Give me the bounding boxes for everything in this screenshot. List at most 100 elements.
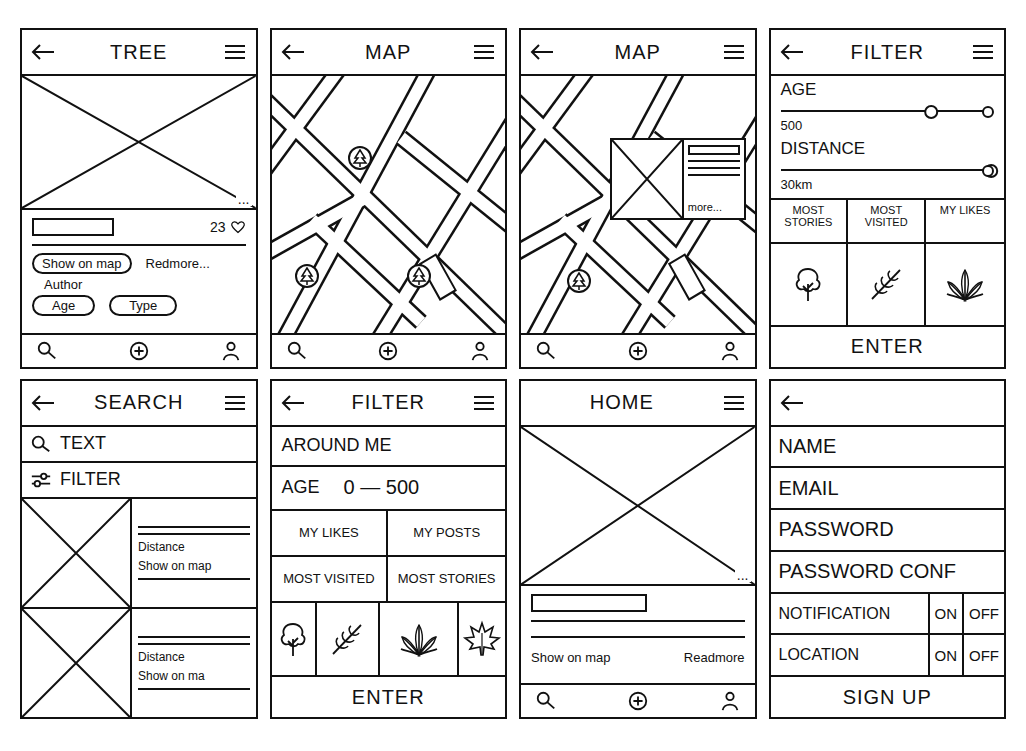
toggle-label: NOTIFICATION [779,594,928,634]
map-view[interactable] [272,76,506,333]
filter-option[interactable]: MY LIKES [272,511,389,557]
result-details: Distance Show on map [132,499,256,607]
search-icon[interactable] [535,340,557,362]
hamburger-menu-icon[interactable] [471,393,497,413]
show-on-map-button[interactable]: Show on map [32,253,132,274]
tree-type-option[interactable] [272,603,318,676]
branch-icon[interactable] [327,619,367,659]
more-button[interactable]: ... [735,568,751,582]
result-show-on-map[interactable]: Show on ma [138,669,250,683]
search-icon[interactable] [535,690,557,712]
tree-popup[interactable]: more... [610,138,746,220]
tag-list: Age Type [22,292,256,319]
read-more-link[interactable]: Redmore... [146,256,210,271]
photo-placeholder [22,76,256,208]
profile-icon[interactable] [719,690,741,712]
slider-knob[interactable] [924,105,938,119]
street-map[interactable] [272,76,506,333]
tree-pin-icon[interactable] [347,145,373,171]
filter-button[interactable]: FILTER [22,463,256,499]
more-link[interactable]: more... [688,201,740,213]
map-view[interactable]: more... [521,76,755,333]
palm-icon[interactable] [399,619,439,659]
hamburger-menu-icon[interactable] [970,42,996,62]
add-icon[interactable] [627,340,649,362]
home-screen: HOME ... Show on map Readmore [519,379,757,720]
heart-icon[interactable] [230,220,246,234]
slider-track[interactable] [781,163,995,177]
read-more-link[interactable]: Readmore [684,650,745,665]
slider-track[interactable] [781,104,995,118]
toggle-off[interactable]: OFF [962,635,1004,675]
more-button[interactable]: ... [236,192,252,206]
tag-pill[interactable]: Type [109,295,177,316]
filter-option[interactable]: MY POSTS [388,511,505,557]
form-field[interactable]: PASSWORD CONF [771,552,1005,594]
filter-tab[interactable]: MY LIKES [926,200,1004,242]
search-result[interactable]: Distance Show on ma [22,609,256,717]
sign-up-button[interactable]: SIGN UP [771,677,1005,717]
search-icon[interactable] [286,340,308,362]
filter-option[interactable]: MOST VISITED [272,557,389,603]
form-field[interactable]: PASSWORD [771,510,1005,552]
search-icon[interactable] [36,340,58,362]
back-arrow-icon[interactable] [280,42,306,62]
show-on-map-link[interactable]: Show on map [531,650,611,665]
toggle-off[interactable]: OFF [962,594,1004,634]
title-placeholder [32,218,114,236]
title-row [521,586,755,618]
search-result[interactable]: Distance Show on map [22,499,256,609]
tree-icon[interactable] [273,619,313,659]
tree-type-option[interactable] [771,244,849,325]
age-range-value: 0 — 500 [344,476,420,499]
enter-button[interactable]: ENTER [771,327,1005,367]
tree-pin-icon[interactable] [406,263,432,289]
add-icon[interactable] [128,340,150,362]
hamburger-menu-icon[interactable] [471,42,497,62]
profile-icon[interactable] [469,340,491,362]
profile-icon[interactable] [719,340,741,362]
age-range[interactable]: AGE 0 — 500 [272,467,506,511]
tree-type-option[interactable] [926,244,1004,325]
filter-tab[interactable]: MOST STORIES [771,200,849,242]
hamburger-menu-icon[interactable] [222,393,248,413]
add-icon[interactable] [627,690,649,712]
tree-type-option[interactable] [848,244,926,325]
back-arrow-icon[interactable] [779,393,805,413]
tree-icon[interactable] [788,264,828,304]
back-arrow-icon[interactable] [529,42,555,62]
tag-pill[interactable]: Age [32,295,95,316]
back-arrow-icon[interactable] [30,42,56,62]
tree-type-option[interactable] [317,603,380,676]
back-arrow-icon[interactable] [280,393,306,413]
hamburger-menu-icon[interactable] [721,42,747,62]
toggle-on[interactable]: ON [928,594,963,634]
hamburger-menu-icon[interactable] [721,393,747,413]
hamburger-menu-icon[interactable] [222,42,248,62]
palm-icon[interactable] [945,264,985,304]
filter-tab[interactable]: MOST VISITED [848,200,926,242]
tree-pin-icon[interactable] [566,268,592,294]
search-field[interactable]: TEXT [22,427,256,463]
form-field[interactable]: NAME [771,427,1005,469]
search-icon [30,433,52,455]
tree-pin-icon[interactable] [294,263,320,289]
tree-type-option[interactable] [380,603,460,676]
app-header: MAP [272,30,506,76]
back-arrow-icon[interactable] [30,393,56,413]
app-header: TREE [22,30,256,76]
tree-type-option[interactable] [459,603,505,676]
add-icon[interactable] [377,340,399,362]
result-distance: Distance [138,540,250,554]
profile-icon[interactable] [220,340,242,362]
maple-icon[interactable] [462,619,502,659]
toggle-on[interactable]: ON [928,635,963,675]
result-show-on-map[interactable]: Show on map [138,559,250,573]
form-field[interactable]: EMAIL [771,468,1005,510]
filter-option[interactable]: MOST STORIES [388,557,505,603]
back-arrow-icon[interactable] [779,42,805,62]
branch-icon[interactable] [866,264,906,304]
search-screen: SEARCH TEXT FILTER Distance Show on map … [20,379,258,720]
around-me-option[interactable]: AROUND ME [272,427,506,467]
enter-button[interactable]: ENTER [272,677,506,717]
